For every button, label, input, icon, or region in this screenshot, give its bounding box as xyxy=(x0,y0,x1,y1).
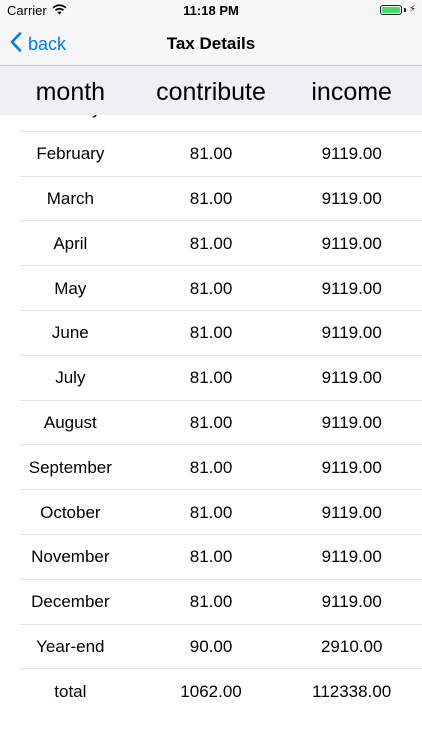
income-cell: 9119.00 xyxy=(321,502,382,522)
contribute-cell: 81.00 xyxy=(189,368,233,388)
battery-level xyxy=(381,7,400,13)
contribute-cell: 81.00 xyxy=(189,502,233,522)
contribute-cell: 81.00 xyxy=(189,457,233,477)
month-cell: May xyxy=(54,278,87,298)
income-cell: 9119.00 xyxy=(321,412,382,432)
navigation-bar: back Tax Details xyxy=(0,22,422,66)
income-cell: 9119.00 xyxy=(321,323,382,343)
month-cell: August xyxy=(43,412,97,432)
table-row[interactable]: total 1062.00 112338.00 xyxy=(0,669,422,714)
contribute-cell: 81.00 xyxy=(189,323,233,343)
table-row[interactable]: May 81.00 9119.00 xyxy=(0,266,422,311)
income-cell: 9119.00 xyxy=(321,368,382,388)
contribute-cell: 81.00 xyxy=(189,412,233,432)
header-income: income xyxy=(311,78,392,106)
income-cell: 9119.00 xyxy=(321,592,382,612)
contribute-cell: 1062.00 xyxy=(180,681,242,701)
income-cell: 9119.00 xyxy=(321,233,382,253)
contribute-cell: 81.00 xyxy=(141,115,282,119)
table-rows: January81.009119.00February81.009119.00M… xyxy=(0,115,422,714)
month-cell: November xyxy=(31,547,110,567)
month-cell: July xyxy=(55,368,86,388)
contribute-cell: 81.00 xyxy=(189,592,233,612)
month-cell: total xyxy=(54,681,87,701)
month-cell: January xyxy=(0,115,141,119)
income-cell: 9119.00 xyxy=(321,188,382,208)
income-cell: 9119.00 xyxy=(321,547,382,567)
contribute-cell: 81.00 xyxy=(189,144,233,164)
status-time: 11:18 PM xyxy=(183,3,239,18)
contribute-cell: 81.00 xyxy=(189,547,233,567)
charging-bolt-icon: ⚡ xyxy=(408,4,416,15)
battery-cap xyxy=(403,8,406,12)
tax-table[interactable]: January81.009119.00February81.009119.00M… xyxy=(0,115,422,750)
page-title: Tax Details xyxy=(166,34,256,53)
header-month: month xyxy=(35,78,106,106)
table-row[interactable]: December 81.00 9119.00 xyxy=(0,580,422,625)
table-row[interactable]: August 81.00 9119.00 xyxy=(0,401,422,446)
table-row[interactable]: January81.009119.00 xyxy=(0,115,422,132)
contribute-cell: 81.00 xyxy=(189,233,233,253)
contribute-cell: 81.00 xyxy=(189,278,233,298)
table-row[interactable]: November 81.00 9119.00 xyxy=(0,535,422,580)
table-row[interactable]: March 81.00 9119.00 xyxy=(0,177,422,222)
table-row[interactable]: April 81.00 9119.00 xyxy=(0,221,422,266)
table-header: month contribute income xyxy=(0,66,422,115)
table-row[interactable]: July 81.00 9119.00 xyxy=(0,356,422,401)
battery-icon xyxy=(379,5,402,15)
income-cell: 9119.00 xyxy=(321,457,382,477)
month-cell: October xyxy=(40,502,101,522)
status-bar: Carrier 11:18 PM ⚡ xyxy=(0,0,422,22)
month-cell: December xyxy=(31,592,110,612)
month-cell: Year-end xyxy=(36,636,105,656)
table-row[interactable]: September 81.00 9119.00 xyxy=(0,445,422,490)
month-cell: September xyxy=(28,457,112,477)
table-row[interactable]: February 81.00 9119.00 xyxy=(0,132,422,177)
contribute-cell: 81.00 xyxy=(189,188,233,208)
month-cell: March xyxy=(46,188,94,208)
month-cell: February xyxy=(36,144,105,164)
table-row[interactable]: June 81.00 9119.00 xyxy=(0,311,422,356)
month-cell: April xyxy=(53,233,88,253)
table-row[interactable]: October 81.00 9119.00 xyxy=(0,490,422,535)
income-cell: 112338.00 xyxy=(312,681,392,701)
status-right: ⚡ xyxy=(379,4,416,15)
contribute-cell: 90.00 xyxy=(189,636,233,656)
income-cell: 9119.00 xyxy=(321,278,382,298)
table-row[interactable]: Year-end 90.00 2910.00 xyxy=(0,625,422,670)
income-cell: 2910.00 xyxy=(320,636,383,656)
income-cell: 9119.00 xyxy=(321,144,382,164)
month-cell: June xyxy=(51,323,89,343)
income-cell: 9119.00 xyxy=(281,115,422,119)
header-contribute: contribute xyxy=(156,78,266,106)
